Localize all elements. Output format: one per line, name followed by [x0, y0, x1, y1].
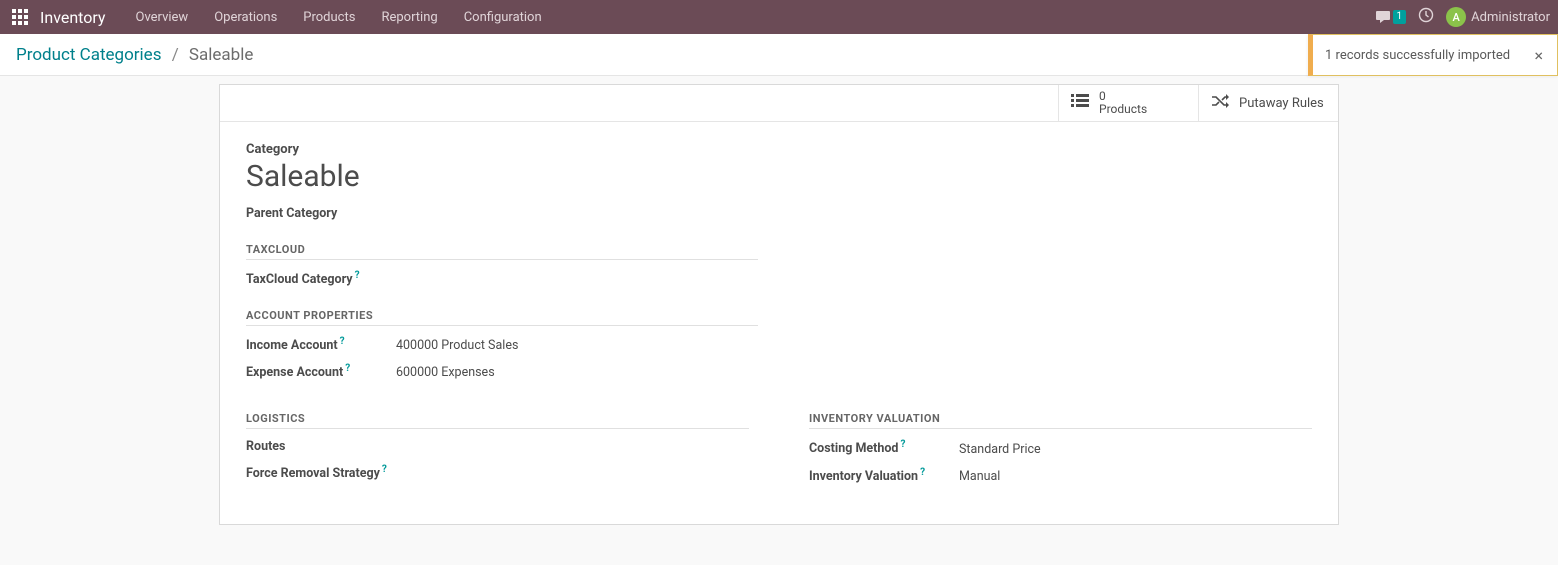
chat-icon: [1375, 10, 1391, 24]
section-title-taxcloud: TAXCLOUD: [246, 243, 758, 260]
parent-category-label: Parent Category: [246, 206, 1312, 221]
products-label: Products: [1099, 103, 1147, 116]
activity-button[interactable]: [1418, 7, 1434, 27]
costing-method-label: Costing Method?: [809, 439, 959, 456]
user-name: Administrator: [1471, 10, 1550, 25]
user-menu[interactable]: A Administrator: [1446, 7, 1550, 27]
app-title[interactable]: Inventory: [40, 8, 106, 27]
inventory-valuation-label: Inventory Valuation?: [809, 467, 959, 484]
breadcrumb-sep: /: [172, 45, 179, 65]
stat-button-row: 0 Products Putaway Rules: [220, 85, 1338, 122]
breadcrumb: Product Categories / Saleable: [16, 45, 253, 65]
topbar-left: Inventory Overview Operations Products R…: [12, 4, 552, 31]
help-icon[interactable]: ?: [355, 270, 360, 281]
nav-item-operations[interactable]: Operations: [204, 4, 287, 31]
avatar: A: [1446, 7, 1466, 27]
expense-account-label: Expense Account?: [246, 363, 396, 380]
shuffle-icon: [1211, 94, 1229, 112]
inventory-valuation-value: Manual: [959, 469, 1000, 484]
topbar-right: 1 A Administrator: [1375, 7, 1550, 27]
breadcrumb-parent[interactable]: Product Categories: [16, 45, 161, 65]
control-panel: Product Categories / Saleable 1 records …: [0, 34, 1558, 76]
section-logistics: LOGISTICS Routes Force Removal Strategy?: [246, 390, 749, 493]
putaway-label: Putaway Rules: [1239, 96, 1324, 111]
help-icon[interactable]: ?: [345, 363, 350, 374]
messages-button[interactable]: 1: [1375, 10, 1407, 24]
nav-menu: Overview Operations Products Reporting C…: [126, 4, 552, 31]
category-name-value: Saleable: [246, 159, 1312, 194]
breadcrumb-current: Saleable: [189, 45, 253, 65]
stat-button-putaway[interactable]: Putaway Rules: [1198, 85, 1338, 121]
import-success-toast: 1 records successfully imported ×: [1308, 34, 1558, 76]
section-title-valuation: INVENTORY VALUATION: [809, 412, 1312, 429]
list-icon: [1071, 94, 1089, 112]
help-icon[interactable]: ?: [900, 439, 905, 450]
routes-label: Routes: [246, 439, 396, 454]
expense-account-value: 600000 Expenses: [396, 365, 495, 380]
clock-icon: [1418, 7, 1434, 23]
category-field-label: Category: [246, 142, 1312, 157]
income-account-value: 400000 Product Sales: [396, 338, 518, 353]
nav-item-products[interactable]: Products: [293, 4, 365, 31]
apps-icon[interactable]: [12, 9, 28, 25]
section-account-properties: ACCOUNT PROPERTIES Income Account? 40000…: [246, 309, 758, 380]
toast-text: 1 records successfully imported: [1325, 48, 1510, 63]
removal-strategy-label: Force Removal Strategy?: [246, 464, 396, 481]
stat-button-products[interactable]: 0 Products: [1058, 85, 1198, 121]
form-sheet: 0 Products Putaway Rules Category Saleab…: [219, 84, 1339, 525]
sheet-body: Category Saleable Parent Category TAXCLO…: [220, 122, 1338, 524]
costing-method-value: Standard Price: [959, 442, 1041, 457]
toast-close-button[interactable]: ×: [1530, 46, 1547, 65]
nav-item-reporting[interactable]: Reporting: [371, 4, 447, 31]
view-area: 0 Products Putaway Rules Category Saleab…: [0, 76, 1558, 565]
help-icon[interactable]: ?: [340, 336, 345, 347]
help-icon[interactable]: ?: [382, 464, 387, 475]
message-count-badge: 1: [1393, 10, 1407, 24]
taxcloud-category-label: TaxCloud Category?: [246, 270, 396, 287]
bottom-columns: LOGISTICS Routes Force Removal Strategy?: [246, 390, 1312, 493]
nav-item-configuration[interactable]: Configuration: [454, 4, 552, 31]
top-navbar: Inventory Overview Operations Products R…: [0, 0, 1558, 34]
income-account-label: Income Account?: [246, 336, 396, 353]
nav-item-overview[interactable]: Overview: [126, 4, 199, 31]
section-inventory-valuation: INVENTORY VALUATION Costing Method? Stan…: [809, 390, 1312, 493]
section-title-logistics: LOGISTICS: [246, 412, 749, 429]
section-taxcloud: TAXCLOUD TaxCloud Category?: [246, 243, 758, 287]
section-title-account: ACCOUNT PROPERTIES: [246, 309, 758, 326]
help-icon[interactable]: ?: [920, 467, 925, 478]
